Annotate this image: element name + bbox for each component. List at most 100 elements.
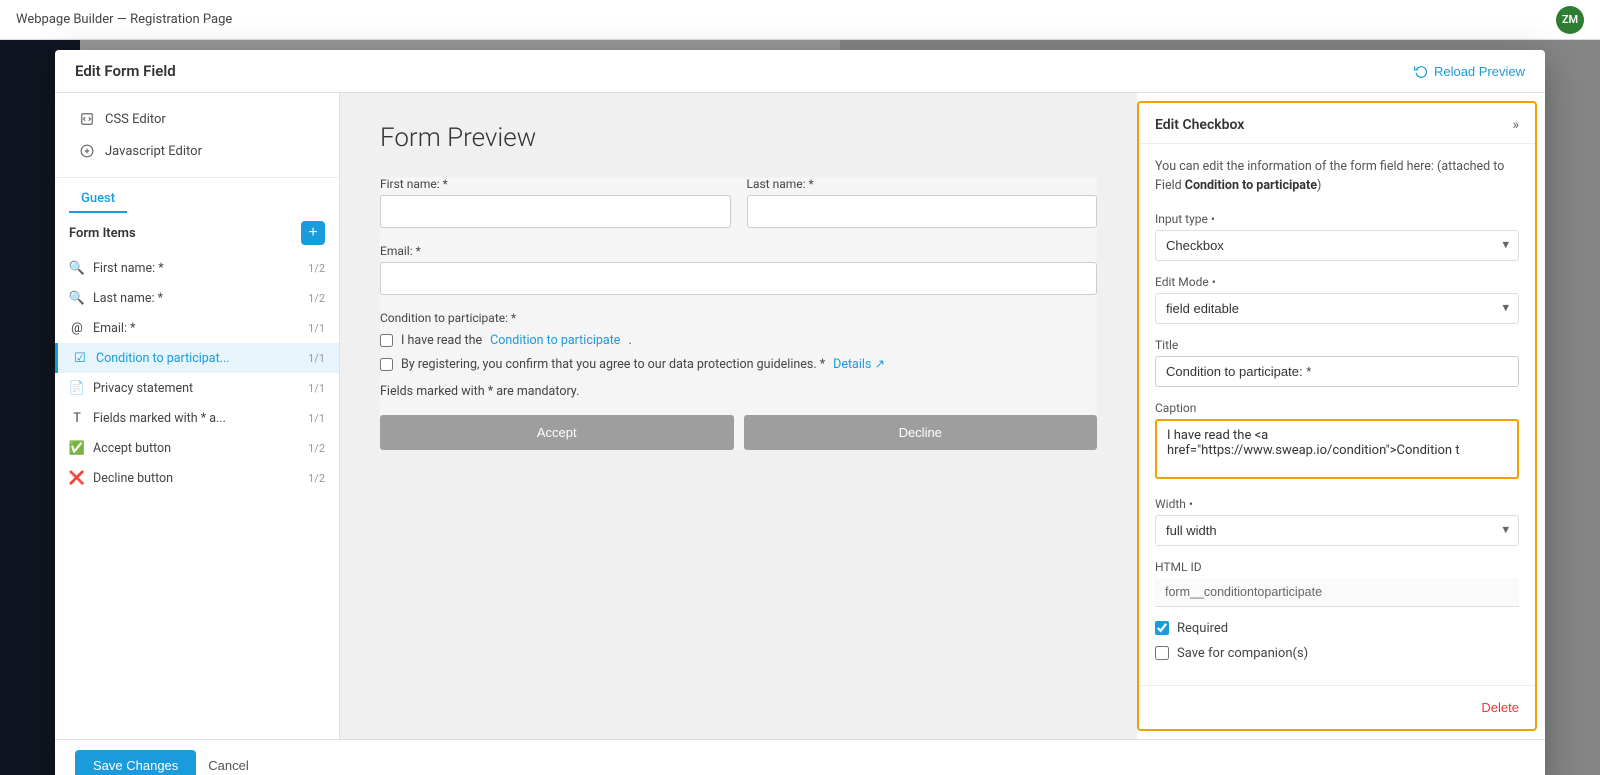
first-name-input[interactable] bbox=[380, 195, 731, 228]
edit-panel-body: You can edit the information of the form… bbox=[1139, 144, 1535, 685]
js-editor-item[interactable]: Javascript Editor bbox=[69, 135, 325, 167]
form-items-section-header: Form Items + bbox=[55, 213, 339, 253]
sidebar-top: CSS Editor Javascript Editor bbox=[55, 93, 339, 178]
condition-link[interactable]: Condition to participate bbox=[490, 333, 620, 348]
input-type-label: Input type • bbox=[1155, 212, 1519, 226]
save-changes-button[interactable]: Save Changes bbox=[75, 750, 196, 775]
css-editor-item[interactable]: CSS Editor bbox=[69, 103, 325, 135]
form-item-count-first-name: 1/2 bbox=[308, 262, 325, 275]
tab-guest[interactable]: Guest bbox=[69, 186, 127, 213]
form-item-label-email: Email: * bbox=[93, 321, 300, 336]
edit-panel-title: Edit Checkbox bbox=[1155, 117, 1244, 133]
form-item-label-privacy: Privacy statement bbox=[93, 381, 300, 396]
checkbox2-text: By registering, you confirm that you agr… bbox=[401, 357, 825, 372]
last-name-label: Last name: * bbox=[747, 177, 1098, 191]
title-input[interactable] bbox=[1155, 356, 1519, 387]
form-item-email[interactable]: @ Email: * 1/1 bbox=[55, 313, 339, 343]
form-item-label-last-name: Last name: * bbox=[93, 291, 300, 306]
circle-x-icon: ❌ bbox=[69, 470, 85, 486]
edit-info: You can edit the information of the form… bbox=[1155, 158, 1519, 196]
email-group: Email: * bbox=[380, 244, 1097, 295]
details-link[interactable]: Details ↗ bbox=[833, 356, 885, 372]
checkbox-1[interactable] bbox=[380, 334, 393, 347]
avatar: ZM bbox=[1556, 6, 1584, 34]
page-title: Webpage Builder — Registration Page bbox=[16, 12, 232, 27]
width-select[interactable]: full width half width bbox=[1155, 515, 1519, 546]
edit-mode-select[interactable]: field editable read only bbox=[1155, 293, 1519, 324]
email-input[interactable] bbox=[380, 262, 1097, 295]
edit-info-close: ) bbox=[1317, 178, 1321, 193]
edit-panel-header: Edit Checkbox » bbox=[1139, 103, 1535, 144]
required-checkbox[interactable] bbox=[1155, 621, 1169, 635]
last-name-input[interactable] bbox=[747, 195, 1098, 228]
form-item-last-name[interactable]: 🔍 Last name: * 1/2 bbox=[55, 283, 339, 313]
companion-field: Save for companion(s) bbox=[1155, 646, 1519, 661]
edit-checkbox-panel: Edit Checkbox » You can edit the informa… bbox=[1137, 101, 1537, 731]
caption-textarea[interactable]: I have read the <a href="https://www.swe… bbox=[1155, 419, 1519, 479]
delete-button[interactable]: Delete bbox=[1481, 700, 1519, 715]
form-buttons: Accept Decline bbox=[380, 415, 1097, 450]
fields-marked-text: Fields marked with * are mandatory. bbox=[380, 384, 1097, 399]
edit-panel-footer: Delete bbox=[1139, 685, 1535, 729]
reload-preview-button[interactable]: Reload Preview bbox=[1414, 64, 1525, 79]
form-item-label-first-name: First name: * bbox=[93, 261, 300, 276]
html-id-input[interactable] bbox=[1155, 578, 1519, 607]
companion-checkbox[interactable] bbox=[1155, 646, 1169, 660]
accept-button[interactable]: Accept bbox=[380, 415, 734, 450]
required-label: Required bbox=[1177, 621, 1228, 636]
expand-icon[interactable]: » bbox=[1512, 117, 1519, 133]
reload-icon bbox=[1414, 64, 1428, 78]
modal-title: Edit Form Field bbox=[75, 62, 176, 80]
form-sidebar: CSS Editor Javascript Editor Guest Form … bbox=[55, 93, 340, 739]
top-bar: Webpage Builder — Registration Page ZM bbox=[0, 0, 1600, 40]
condition-section: Condition to participate: * I have read … bbox=[380, 311, 1097, 372]
edit-mode-select-wrap: field editable read only bbox=[1155, 293, 1519, 324]
cancel-button[interactable]: Cancel bbox=[208, 758, 248, 773]
form-item-privacy[interactable]: 📄 Privacy statement 1/1 bbox=[55, 373, 339, 403]
input-type-select[interactable]: Checkbox Radio Text Textarea bbox=[1155, 230, 1519, 261]
decline-button[interactable]: Decline bbox=[744, 415, 1098, 450]
form-item-label-fields-marked: Fields marked with * a... bbox=[93, 411, 300, 426]
modal-overlay: Edit Form Field Reload Preview CSS Edito… bbox=[0, 40, 1600, 775]
width-select-wrap: full width half width bbox=[1155, 515, 1519, 546]
form-item-count-fields-marked: 1/1 bbox=[308, 412, 325, 425]
form-item-fields-marked[interactable]: T Fields marked with * a... 1/1 bbox=[55, 403, 339, 433]
form-item-label-condition: Condition to participat... bbox=[96, 351, 300, 366]
form-items-list: 🔍 First name: * 1/2 🔍 Last name: * 1/2 @… bbox=[55, 253, 339, 739]
reload-preview-label: Reload Preview bbox=[1434, 64, 1525, 79]
input-type-group: Input type • Checkbox Radio Text Textare… bbox=[1155, 212, 1519, 261]
companion-label: Save for companion(s) bbox=[1177, 646, 1308, 661]
condition-title: Condition to participate: * bbox=[380, 311, 1097, 325]
first-name-label: First name: * bbox=[380, 177, 731, 191]
edit-form-field-modal: Edit Form Field Reload Preview CSS Edito… bbox=[55, 50, 1545, 775]
modal-header: Edit Form Field Reload Preview bbox=[55, 50, 1545, 93]
form-item-condition[interactable]: ☑ Condition to participat... 1/1 bbox=[55, 343, 339, 373]
form-preview: First name: * Last name: * Email: * bbox=[380, 177, 1097, 450]
form-item-count-decline-btn: 1/2 bbox=[308, 472, 325, 485]
text-icon: T bbox=[69, 410, 85, 426]
last-name-group: Last name: * bbox=[747, 177, 1098, 228]
edit-mode-label: Edit Mode • bbox=[1155, 275, 1519, 289]
checkbox1-text: I have read the bbox=[401, 333, 482, 348]
edit-mode-group: Edit Mode • field editable read only bbox=[1155, 275, 1519, 324]
form-item-label-accept-btn: Accept button bbox=[93, 441, 300, 456]
form-item-count-accept-btn: 1/2 bbox=[308, 442, 325, 455]
title-label: Title bbox=[1155, 338, 1519, 352]
form-item-decline-btn[interactable]: ❌ Decline button 1/2 bbox=[55, 463, 339, 493]
caption-group: Caption I have read the <a href="https:/… bbox=[1155, 401, 1519, 483]
form-item-count-condition: 1/1 bbox=[308, 352, 325, 365]
input-type-select-wrap: Checkbox Radio Text Textarea bbox=[1155, 230, 1519, 261]
add-form-item-button[interactable]: + bbox=[301, 221, 325, 245]
form-item-count-privacy: 1/1 bbox=[308, 382, 325, 395]
html-id-group: HTML ID bbox=[1155, 560, 1519, 607]
modal-body: CSS Editor Javascript Editor Guest Form … bbox=[55, 93, 1545, 739]
checkbox-2[interactable] bbox=[380, 358, 393, 371]
form-item-count-email: 1/1 bbox=[308, 322, 325, 335]
form-item-accept-btn[interactable]: ✅ Accept button 1/2 bbox=[55, 433, 339, 463]
title-group: Title bbox=[1155, 338, 1519, 387]
edit-info-field-name: Condition to participate bbox=[1185, 178, 1317, 193]
form-item-first-name[interactable]: 🔍 First name: * 1/2 bbox=[55, 253, 339, 283]
caption-label: Caption bbox=[1155, 401, 1519, 415]
at-icon: @ bbox=[69, 320, 85, 336]
search-icon-1: 🔍 bbox=[69, 260, 85, 276]
